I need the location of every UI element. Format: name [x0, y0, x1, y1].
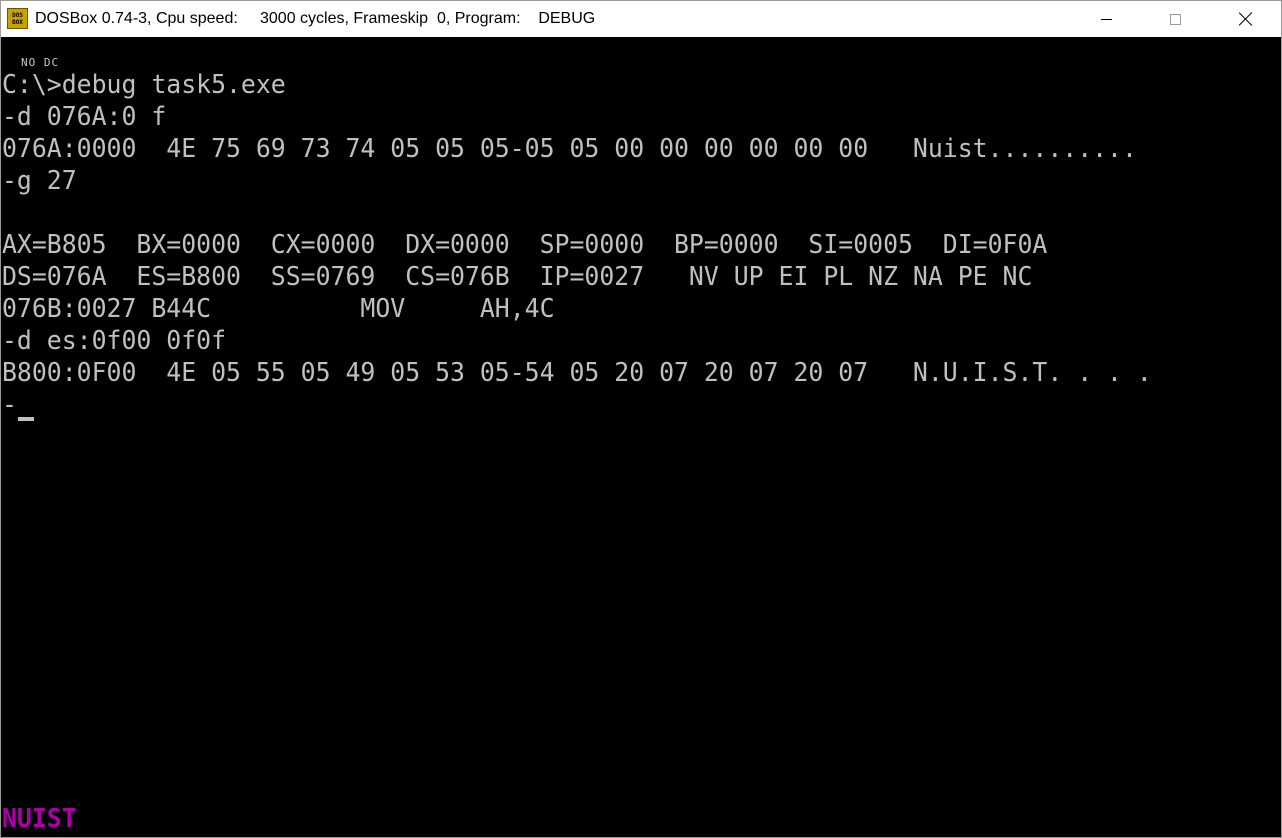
close-icon: [1239, 12, 1253, 26]
text-cursor: [18, 417, 34, 421]
terminal-line: -g 27: [2, 166, 77, 196]
dos-screen[interactable]: NO DC C:\>debug task5.exe -d 076A:0 f 07…: [1, 37, 1281, 837]
terminal-line: -d 076A:0 f: [2, 102, 167, 132]
terminal-line: B800:0F00 4E 05 55 05 49 05 53 05-54 05 …: [2, 358, 1152, 388]
maximize-icon: [1169, 13, 1181, 25]
close-button[interactable]: [1223, 1, 1269, 37]
title-bar[interactable]: DOS BOX DOSBox 0.74-3, Cpu speed: 3000 c…: [1, 1, 1281, 37]
minimize-button[interactable]: [1083, 1, 1129, 37]
status-indicator: NO DC: [21, 56, 60, 69]
terminal-line: AX=B805 BX=0000 CX=0000 DX=0000 SP=0000 …: [2, 230, 1048, 260]
terminal-line: C:\>debug task5.exe: [2, 70, 286, 100]
window-title: DOSBox 0.74-3, Cpu speed: 3000 cycles, F…: [35, 10, 596, 27]
command-prompt[interactable]: -: [2, 389, 17, 421]
dosbox-window: DOS BOX DOSBox 0.74-3, Cpu speed: 3000 c…: [0, 0, 1282, 838]
minimize-icon: [1100, 18, 1112, 20]
icon-text-top: DOS: [12, 11, 23, 19]
terminal-line: -d es:0f00 0f0f: [2, 326, 227, 356]
icon-text-bottom: BOX: [12, 18, 23, 26]
screen-output-text: NUIST: [2, 804, 77, 834]
terminal-line: DS=076A ES=B800 SS=0769 CS=076B IP=0027 …: [2, 262, 1033, 292]
dosbox-app-icon[interactable]: DOS BOX: [7, 8, 28, 29]
terminal-line: 076A:0000 4E 75 69 73 74 05 05 05-05 05 …: [2, 134, 1137, 164]
maximize-button[interactable]: [1152, 1, 1198, 37]
terminal-line: 076B:0027 B44C MOV AH,4C: [2, 294, 555, 324]
